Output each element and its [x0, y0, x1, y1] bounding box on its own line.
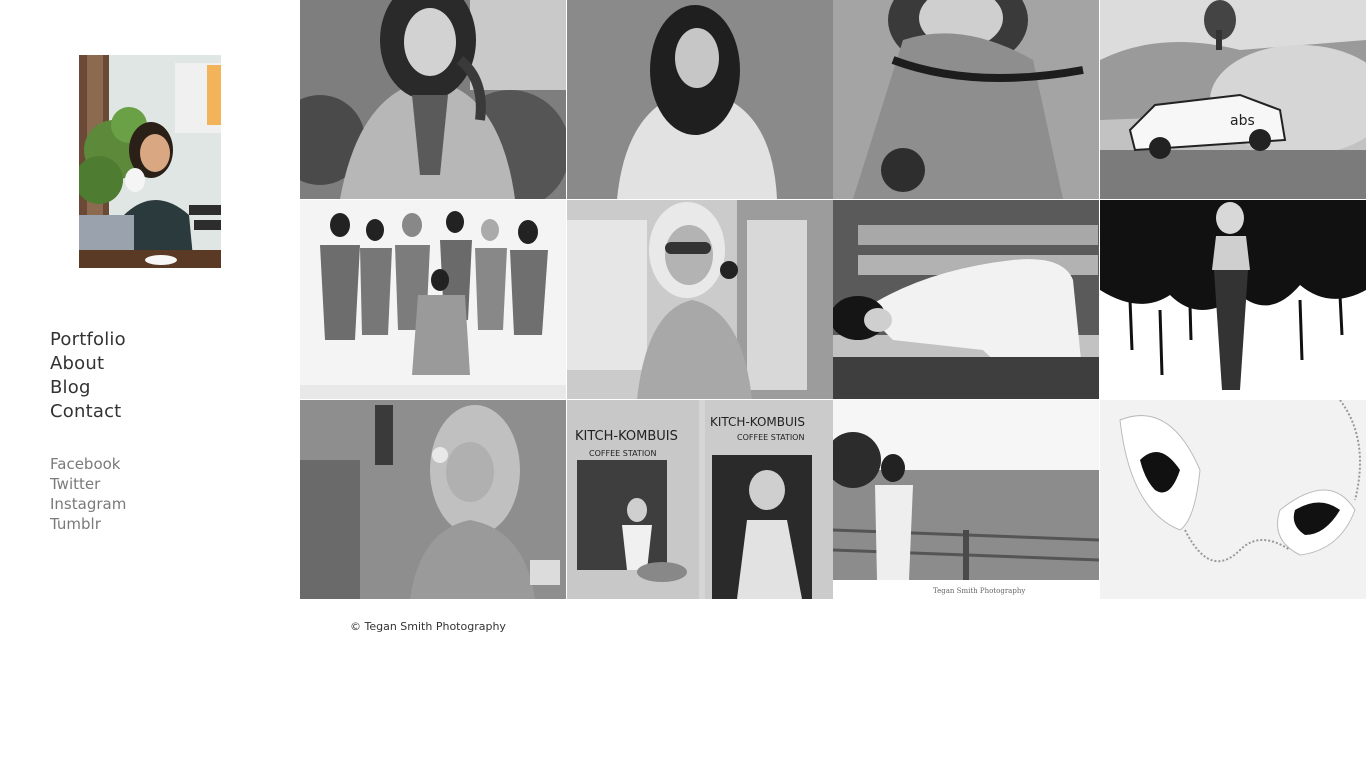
- gallery-tile-3[interactable]: [833, 0, 1099, 199]
- photo-kitch-kombuis-coffee-station: KITCH-KOMBUIS COFFEE STATION KITCH-KOMBU…: [567, 400, 833, 599]
- social-link-instagram[interactable]: Instagram: [50, 494, 126, 514]
- photo-woman-veil: [833, 0, 1099, 199]
- gallery-tile-4[interactable]: abs: [1100, 0, 1366, 199]
- nav-portfolio[interactable]: Portfolio: [50, 328, 126, 352]
- gallery-tile-9[interactable]: [300, 400, 566, 599]
- main-navigation: Portfolio About Blog Contact: [50, 328, 126, 424]
- profile-photo[interactable]: [79, 55, 221, 268]
- gallery-tile-5[interactable]: [300, 200, 566, 399]
- social-link-tumblr[interactable]: Tumblr: [50, 514, 126, 534]
- storefront-subsign-right: COFFEE STATION: [737, 433, 804, 442]
- photo-woman-lace-graffiti: [1100, 200, 1366, 399]
- storefront-sign-right: KITCH-KOMBUIS: [710, 415, 805, 429]
- photo-woman-telephone: [300, 400, 566, 599]
- gallery-tile-10[interactable]: KITCH-KOMBUIS COFFEE STATION KITCH-KOMBU…: [567, 400, 833, 599]
- photo-woman-bench: [833, 200, 1099, 399]
- nav-contact[interactable]: Contact: [50, 400, 126, 424]
- copyright-text: © Tegan Smith Photography: [350, 620, 506, 633]
- gallery-tile-2[interactable]: [567, 0, 833, 199]
- footer: © Tegan Smith Photography: [350, 620, 506, 633]
- photo-gallery: abs KITCH-KOMBUIS COFFEE STATION KITCH-K…: [300, 0, 1366, 600]
- photo-woman-fur-coat: [567, 0, 833, 199]
- nav-blog[interactable]: Blog: [50, 376, 126, 400]
- gallery-tile-12[interactable]: [1100, 400, 1366, 599]
- nav-about[interactable]: About: [50, 352, 126, 376]
- storefront-sign-left: KITCH-KOMBUIS: [575, 429, 678, 444]
- photo-signature: Tegan Smith Photography: [933, 587, 1025, 595]
- gallery-tile-6[interactable]: [567, 200, 833, 399]
- social-links: Facebook Twitter Instagram Tumblr: [50, 454, 126, 534]
- storefront-subsign-left: COFFEE STATION: [589, 449, 656, 458]
- photo-woman-sunglasses-phone: [567, 200, 833, 399]
- photo-feather-earrings: [1100, 400, 1366, 599]
- photo-group-women: [300, 200, 566, 399]
- sidebar: Portfolio About Blog Contact Facebook Tw…: [0, 0, 300, 768]
- car-logo: abs: [1230, 113, 1255, 129]
- gallery-tile-1[interactable]: [300, 0, 566, 199]
- portfolio-page: Portfolio About Blog Contact Facebook Tw…: [0, 0, 1366, 768]
- gallery-tile-7[interactable]: [833, 200, 1099, 399]
- social-link-facebook[interactable]: Facebook: [50, 454, 126, 474]
- photo-rally-car: abs: [1100, 0, 1366, 199]
- photo-woman-vineyard: Tegan Smith Photography: [833, 400, 1099, 599]
- gallery-tile-11[interactable]: Tegan Smith Photography: [833, 400, 1099, 599]
- social-link-twitter[interactable]: Twitter: [50, 474, 126, 494]
- gallery-tile-8[interactable]: [1100, 200, 1366, 399]
- photo-woman-sweater-necklace: [300, 0, 566, 199]
